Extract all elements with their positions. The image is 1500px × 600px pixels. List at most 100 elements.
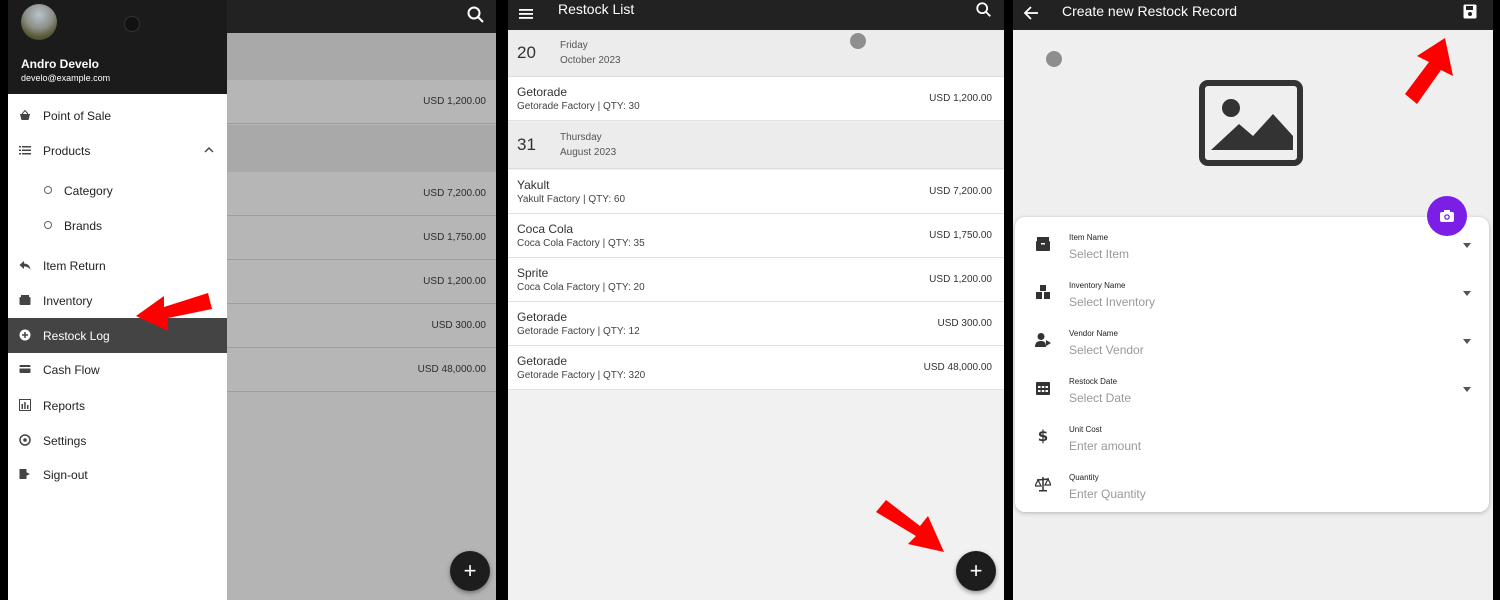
bar-chart-icon bbox=[19, 399, 31, 411]
date-month-year: October 2023 bbox=[560, 55, 621, 66]
back-arrow-icon[interactable] bbox=[1023, 5, 1039, 21]
record-name: Getorade bbox=[517, 310, 568, 324]
page-title: Create new Restock Record bbox=[1062, 3, 1238, 19]
menu-item-point-of-sale[interactable]: Point of Sale bbox=[8, 98, 227, 133]
menu-item-brands[interactable]: Brands bbox=[8, 208, 227, 243]
field-placeholder: Select Date bbox=[1069, 391, 1132, 405]
dropdown-arrow-icon[interactable] bbox=[1463, 387, 1471, 392]
date-group-header: 31 Thursday August 2023 bbox=[508, 122, 1004, 169]
user-email: develo@example.com bbox=[21, 73, 111, 83]
menu-item-label: Restock Log bbox=[43, 329, 110, 343]
field-placeholder: Select Item bbox=[1069, 247, 1130, 261]
menu-item-label: Products bbox=[43, 144, 91, 158]
background-amount: USD 7,200.00 bbox=[423, 188, 486, 199]
item-name-field[interactable]: Item Name Select Item bbox=[1015, 220, 1489, 268]
list-icon bbox=[19, 146, 31, 155]
box-icon bbox=[19, 295, 31, 305]
panel-restock-list: Restock List 20 Friday October 2023 Geto… bbox=[508, 0, 1004, 600]
record-amount: USD 300.00 bbox=[937, 318, 992, 329]
touch-indicator bbox=[124, 16, 140, 32]
restock-date-field[interactable]: Restock Date Select Date bbox=[1015, 364, 1489, 412]
avatar[interactable] bbox=[21, 4, 57, 40]
chevron-up-icon[interactable] bbox=[203, 144, 215, 156]
field-label: Unit Cost bbox=[1069, 425, 1102, 434]
app-bar: Create new Restock Record bbox=[1013, 0, 1493, 30]
menu-item-label: Category bbox=[64, 184, 113, 198]
quantity-field[interactable]: Quantity Enter Quantity bbox=[1015, 460, 1489, 508]
date-group-header: 20 Friday October 2023 bbox=[508, 30, 1004, 77]
record-subtitle: Getorade Factory | QTY: 30 bbox=[517, 101, 640, 112]
field-label: Quantity bbox=[1069, 473, 1099, 482]
record-name: Getorade bbox=[517, 354, 568, 368]
menu-item-reports[interactable]: Reports bbox=[8, 388, 227, 423]
list-item[interactable]: Getorade Getorade Factory | QTY: 12 USD … bbox=[508, 302, 1004, 346]
list-item[interactable]: Coca Cola Coca Cola Factory | QTY: 35 US… bbox=[508, 214, 1004, 258]
list-item[interactable]: Getorade Getorade Factory | QTY: 30 USD … bbox=[508, 77, 1004, 121]
vendor-name-field[interactable]: Vendor Name Select Vendor bbox=[1015, 316, 1489, 364]
image-placeholder-icon[interactable] bbox=[1199, 80, 1303, 166]
record-name: Getorade bbox=[517, 85, 568, 99]
record-amount: USD 1,200.00 bbox=[929, 274, 992, 285]
circle-icon bbox=[44, 221, 52, 229]
background-amount: USD 1,750.00 bbox=[423, 232, 486, 243]
drawer-header: Andro Develo develo@example.com bbox=[8, 0, 227, 94]
search-icon[interactable] bbox=[975, 1, 993, 19]
list-item[interactable]: Sprite Coca Cola Factory | QTY: 20 USD 1… bbox=[508, 258, 1004, 302]
field-label: Inventory Name bbox=[1069, 281, 1126, 290]
touch-indicator bbox=[850, 33, 866, 49]
save-icon[interactable] bbox=[1463, 4, 1477, 19]
menu-item-products[interactable]: Products bbox=[8, 133, 227, 168]
list-item[interactable]: Getorade Getorade Factory | QTY: 320 USD… bbox=[508, 346, 1004, 390]
record-amount: USD 1,750.00 bbox=[929, 230, 992, 241]
basket-icon bbox=[20, 109, 30, 120]
menu-item-label: Reports bbox=[43, 399, 86, 413]
touch-indicator bbox=[1046, 51, 1062, 67]
user-name: Andro Develo bbox=[21, 57, 100, 71]
field-placeholder: Select Vendor bbox=[1069, 343, 1144, 357]
camera-icon bbox=[1440, 210, 1454, 222]
menu-item-cash-flow[interactable]: Cash Flow bbox=[8, 352, 227, 387]
menu-item-item-return[interactable]: Item Return bbox=[8, 248, 227, 283]
annotation-arrow bbox=[876, 500, 944, 552]
hamburger-menu-icon[interactable] bbox=[519, 7, 533, 21]
scale-icon bbox=[1035, 477, 1051, 492]
annotation-arrow bbox=[1405, 38, 1453, 104]
menu-item-sign-out[interactable]: Sign-out bbox=[8, 457, 227, 492]
menu-item-category[interactable]: Category bbox=[8, 173, 227, 208]
record-name: Coca Cola bbox=[517, 222, 574, 236]
settings-icon bbox=[19, 434, 31, 446]
plus-circle-icon bbox=[19, 329, 31, 341]
menu-item-label: Brands bbox=[64, 219, 103, 233]
panel-navigation-drawer: USD 1,200.00 USD 7,200.00 USD 1,750.00 U… bbox=[8, 0, 496, 600]
sign-out-icon bbox=[19, 469, 30, 479]
menu-item-label: Settings bbox=[43, 434, 87, 448]
search-icon[interactable] bbox=[466, 5, 486, 25]
field-placeholder: Enter amount bbox=[1069, 439, 1142, 453]
camera-button[interactable] bbox=[1427, 196, 1467, 236]
dropdown-arrow-icon[interactable] bbox=[1463, 243, 1471, 248]
record-subtitle: Coca Cola Factory | QTY: 20 bbox=[517, 282, 645, 293]
dropdown-arrow-icon[interactable] bbox=[1463, 339, 1471, 344]
inventory-name-field[interactable]: Inventory Name Select Inventory bbox=[1015, 268, 1489, 316]
menu-item-label: Inventory bbox=[43, 294, 93, 308]
reply-icon bbox=[19, 261, 31, 270]
list-item[interactable]: Yakult Yakult Factory | QTY: 60 USD 7,20… bbox=[508, 170, 1004, 214]
app-bar: Restock List bbox=[508, 0, 1004, 30]
record-name: Sprite bbox=[517, 266, 549, 280]
field-label: Vendor Name bbox=[1069, 329, 1118, 338]
menu-item-settings[interactable]: Settings bbox=[8, 423, 227, 458]
annotation-arrow bbox=[136, 293, 212, 331]
unit-cost-field[interactable]: $ Unit Cost Enter amount bbox=[1015, 412, 1489, 460]
card-icon bbox=[19, 365, 31, 373]
background-amount: USD 300.00 bbox=[431, 320, 486, 331]
background-amount: USD 1,200.00 bbox=[423, 276, 486, 287]
menu-item-label: Item Return bbox=[43, 259, 106, 273]
vendor-icon bbox=[1035, 333, 1051, 347]
date-weekday: Friday bbox=[560, 40, 588, 51]
add-restock-fab-button[interactable]: + bbox=[956, 551, 996, 591]
dropdown-arrow-icon[interactable] bbox=[1463, 291, 1471, 296]
restock-form-card: Item Name Select Item Inventory Name Sel… bbox=[1015, 217, 1489, 512]
field-label: Item Name bbox=[1069, 233, 1109, 242]
add-fab-button[interactable]: + bbox=[450, 551, 490, 591]
field-placeholder: Enter Quantity bbox=[1069, 487, 1146, 501]
